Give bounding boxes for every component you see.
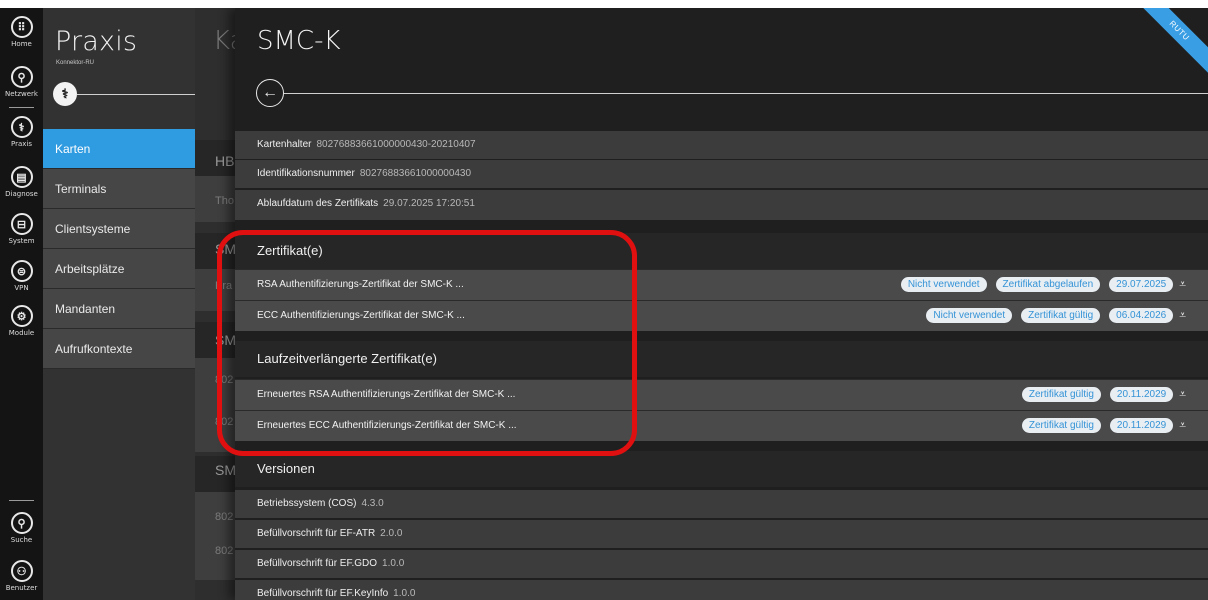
cert-name: ECC Authentifizierungs-Zertifikat der SM… (257, 310, 465, 321)
network-icon: ⚲ (10, 66, 33, 88)
smck-detail-panel: SMC-K ← RUTU Kartenhalter 802768836610000… (235, 8, 1208, 600)
rail-label: Benutzer (5, 584, 38, 592)
version-value: 2.0.0 (380, 528, 403, 539)
rail-item-home[interactable]: ⠿ Home (0, 16, 43, 48)
praxis-nav-panel: Praxis Konnektor-RU ⚕ Karten Terminals C… (43, 8, 195, 600)
rail-label: VPN (14, 284, 29, 292)
info-row-identifikationsnummer: Identifikationsnummer 8027688366100000043… (235, 159, 1208, 188)
rail-item-suche[interactable]: ⚲ Suche (0, 512, 43, 544)
rail-label: Netzwerk (5, 90, 38, 98)
page-title: SMC-K (257, 26, 341, 56)
cert-row-rsa[interactable]: RSA Authentifizierungs-Zertifikat der SM… (235, 269, 1208, 300)
nav-item-mandanten[interactable]: Mandanten (43, 289, 195, 329)
info-value: 80276883661000000430-20210407 (316, 139, 476, 150)
rail-item-benutzer[interactable]: ⚇ Benutzer (0, 560, 43, 592)
download-icon[interactable]: ⩡ (1179, 277, 1186, 292)
status-badge-valid: Zertifikat gültig (1021, 387, 1101, 402)
user-icon: ⚇ (10, 560, 33, 582)
rail-item-system[interactable]: ⊟ System (0, 213, 43, 245)
caduceus-icon: ⚕ (53, 82, 77, 106)
nav-item-clientsysteme[interactable]: Clientsysteme (43, 209, 195, 249)
info-value: 80276883661000000430 (359, 168, 472, 179)
icon-rail: ⠿ Home ⚲ Netzwerk ⚕ Praxis ▤ Diagnose ⊟ … (0, 8, 43, 600)
rail-item-netzwerk[interactable]: ⚲ Netzwerk (0, 66, 43, 98)
status-badge-unused: Nicht verwendet (926, 308, 1013, 323)
expiry-date-badge: 20.11.2029 (1109, 418, 1174, 433)
rail-divider (9, 500, 34, 501)
rail-label: Module (8, 329, 35, 337)
rail-item-diagnose[interactable]: ▤ Diagnose (0, 166, 43, 198)
rail-label: Suche (10, 536, 33, 544)
clipboard-icon: ▤ (10, 166, 33, 188)
version-row-ef-atr: Befüllvorschrift für EF-ATR 2.0.0 (235, 519, 1208, 548)
arrow-left-icon: ← (262, 84, 278, 101)
info-label: Identifikationsnummer (257, 168, 355, 179)
info-label: Ablaufdatum des Zertifikats (257, 198, 379, 209)
nav-divider (77, 94, 195, 95)
section-header-certificates: Zertifikat(e) (235, 233, 1208, 269)
cert-row-ecc[interactable]: ECC Authentifizierungs-Zertifikat der SM… (235, 300, 1208, 331)
info-row-ablaufdatum: Ablaufdatum des Zertifikats 29.07.2025 17… (235, 189, 1208, 220)
rail-item-praxis[interactable]: ⚕ Praxis (0, 116, 43, 148)
environment-ribbon: RUTU (1138, 8, 1208, 77)
cert-row-renewed-rsa[interactable]: Erneuertes RSA Authentifizierungs-Zertif… (235, 379, 1208, 410)
download-icon[interactable]: ⩡ (1179, 387, 1186, 402)
vpn-icon: ⊜ (10, 260, 33, 282)
rail-item-vpn[interactable]: ⊜ VPN (0, 260, 43, 292)
version-label: Befüllvorschrift für EF-ATR (257, 528, 376, 539)
search-icon: ⚲ (10, 512, 33, 534)
karten-list-background: Ka HB Tho SM Pra SM 802 802 SM 802 802 (195, 8, 240, 600)
nav-item-aufrufkontexte[interactable]: Aufrufkontexte (43, 329, 195, 369)
cert-name: RSA Authentifizierungs-Zertifikat der SM… (257, 279, 464, 290)
section-header-extended-certificates: Laufzeitverlängerte Zertifikat(e) (235, 341, 1208, 377)
info-label: Kartenhalter (257, 139, 312, 150)
info-row-kartenhalter: Kartenhalter 80276883661000000430-2021040… (235, 130, 1208, 159)
nav-list: Karten Terminals Clientsysteme Arbeitspl… (43, 129, 195, 369)
rail-label: System (8, 237, 35, 245)
info-value: 29.07.2025 17:20:51 (383, 198, 475, 209)
back-button[interactable]: ← (256, 79, 284, 107)
nav-item-terminals[interactable]: Terminals (43, 169, 195, 209)
modules-icon: ⚙ (10, 305, 33, 327)
caduceus-icon: ⚕ (10, 116, 33, 138)
expiry-date-badge: 20.11.2029 (1109, 387, 1174, 402)
section-header-versions: Versionen (235, 451, 1208, 487)
nav-item-karten[interactable]: Karten (43, 129, 195, 169)
version-value: 1.0.0 (393, 588, 416, 599)
status-badge-valid: Zertifikat gültig (1021, 308, 1101, 323)
expiry-date-badge: 29.07.2025 (1109, 277, 1174, 292)
status-badge-expired: Zertifikat abgelaufen (995, 277, 1101, 292)
title-divider (284, 93, 1208, 94)
version-row-cos: Betriebssystem (COS) 4.3.0 (235, 489, 1208, 518)
rail-divider (9, 107, 34, 108)
grid-icon: ⠿ (10, 16, 33, 38)
cert-name: Erneuertes RSA Authentifizierungs-Zertif… (257, 389, 516, 400)
version-label: Befüllvorschrift für EF.KeyInfo (257, 588, 389, 599)
status-badge-valid: Zertifikat gültig (1021, 418, 1101, 433)
nav-subtitle: Konnektor-RU (56, 60, 95, 66)
version-row-ef-gdo: Befüllvorschrift für EF.GDO 1.0.0 (235, 549, 1208, 578)
version-value: 4.3.0 (361, 498, 384, 509)
nav-title: Praxis (55, 26, 138, 57)
nav-item-arbeitsplaetze[interactable]: Arbeitsplätze (43, 249, 195, 289)
rail-label: Praxis (11, 140, 32, 148)
rail-label: Home (11, 40, 32, 48)
version-label: Betriebssystem (COS) (257, 498, 357, 509)
status-badge-unused: Nicht verwendet (900, 277, 987, 292)
cert-row-renewed-ecc[interactable]: Erneuertes ECC Authentifizierungs-Zertif… (235, 410, 1208, 441)
version-label: Befüllvorschrift für EF.GDO (257, 558, 378, 569)
cert-name: Erneuertes ECC Authentifizierungs-Zertif… (257, 420, 517, 431)
download-icon[interactable]: ⩡ (1179, 308, 1186, 323)
drive-icon: ⊟ (10, 213, 33, 235)
download-icon[interactable]: ⩡ (1179, 418, 1186, 433)
expiry-date-badge: 06.04.2026 (1109, 308, 1174, 323)
version-row-ef-keyinfo: Befüllvorschrift für EF.KeyInfo 1.0.0 (235, 579, 1208, 600)
rail-item-module[interactable]: ⚙ Module (0, 305, 43, 337)
app-window: ⠿ Home ⚲ Netzwerk ⚕ Praxis ▤ Diagnose ⊟ … (0, 8, 1208, 600)
rail-label: Diagnose (5, 190, 38, 198)
version-value: 1.0.0 (382, 558, 405, 569)
